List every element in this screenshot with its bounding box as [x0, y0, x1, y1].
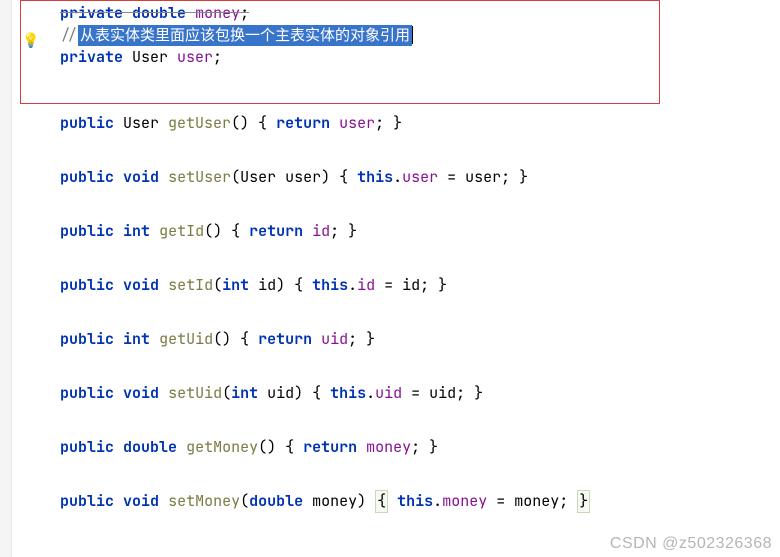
- editor-gutter: [0, 0, 12, 557]
- keyword: private: [60, 47, 123, 68]
- intention-bulb-icon[interactable]: 💡: [22, 32, 38, 48]
- keyword: double: [132, 3, 186, 24]
- code-line[interactable]: public double getMoney() { return money;…: [12, 436, 780, 458]
- comment-slashes: //: [60, 25, 78, 46]
- code-line[interactable]: public int getUid() { return uid; }: [12, 328, 780, 350]
- code-editor[interactable]: private double money; //从表实体类里面应该包换一个主表实…: [0, 0, 780, 512]
- code-line[interactable]: private double money;: [12, 2, 780, 24]
- code-line[interactable]: public int getId() { return id; }: [12, 220, 780, 242]
- code-line[interactable]: private User user;: [12, 46, 780, 68]
- matching-brace: }: [577, 490, 590, 513]
- field: user: [177, 47, 213, 68]
- matching-brace: {: [375, 490, 388, 513]
- code-line[interactable]: public void setMoney(double money) { thi…: [12, 490, 780, 512]
- code-line[interactable]: public void setUser(User user) { this.us…: [12, 166, 780, 188]
- code-line[interactable]: public User getUser() { return user; }: [12, 112, 780, 134]
- code-line[interactable]: public void setUid(int uid) { this.uid =…: [12, 382, 780, 404]
- caret: [412, 26, 413, 44]
- code-line[interactable]: //从表实体类里面应该包换一个主表实体的对象引用: [12, 24, 780, 46]
- keyword: private: [60, 3, 123, 24]
- selected-text: 从表实体类里面应该包换一个主表实体的对象引用: [78, 25, 412, 46]
- field: money: [195, 3, 240, 24]
- code-line[interactable]: public void setId(int id) { this.id = id…: [12, 274, 780, 296]
- watermark-text: CSDN @z502326368: [610, 535, 772, 553]
